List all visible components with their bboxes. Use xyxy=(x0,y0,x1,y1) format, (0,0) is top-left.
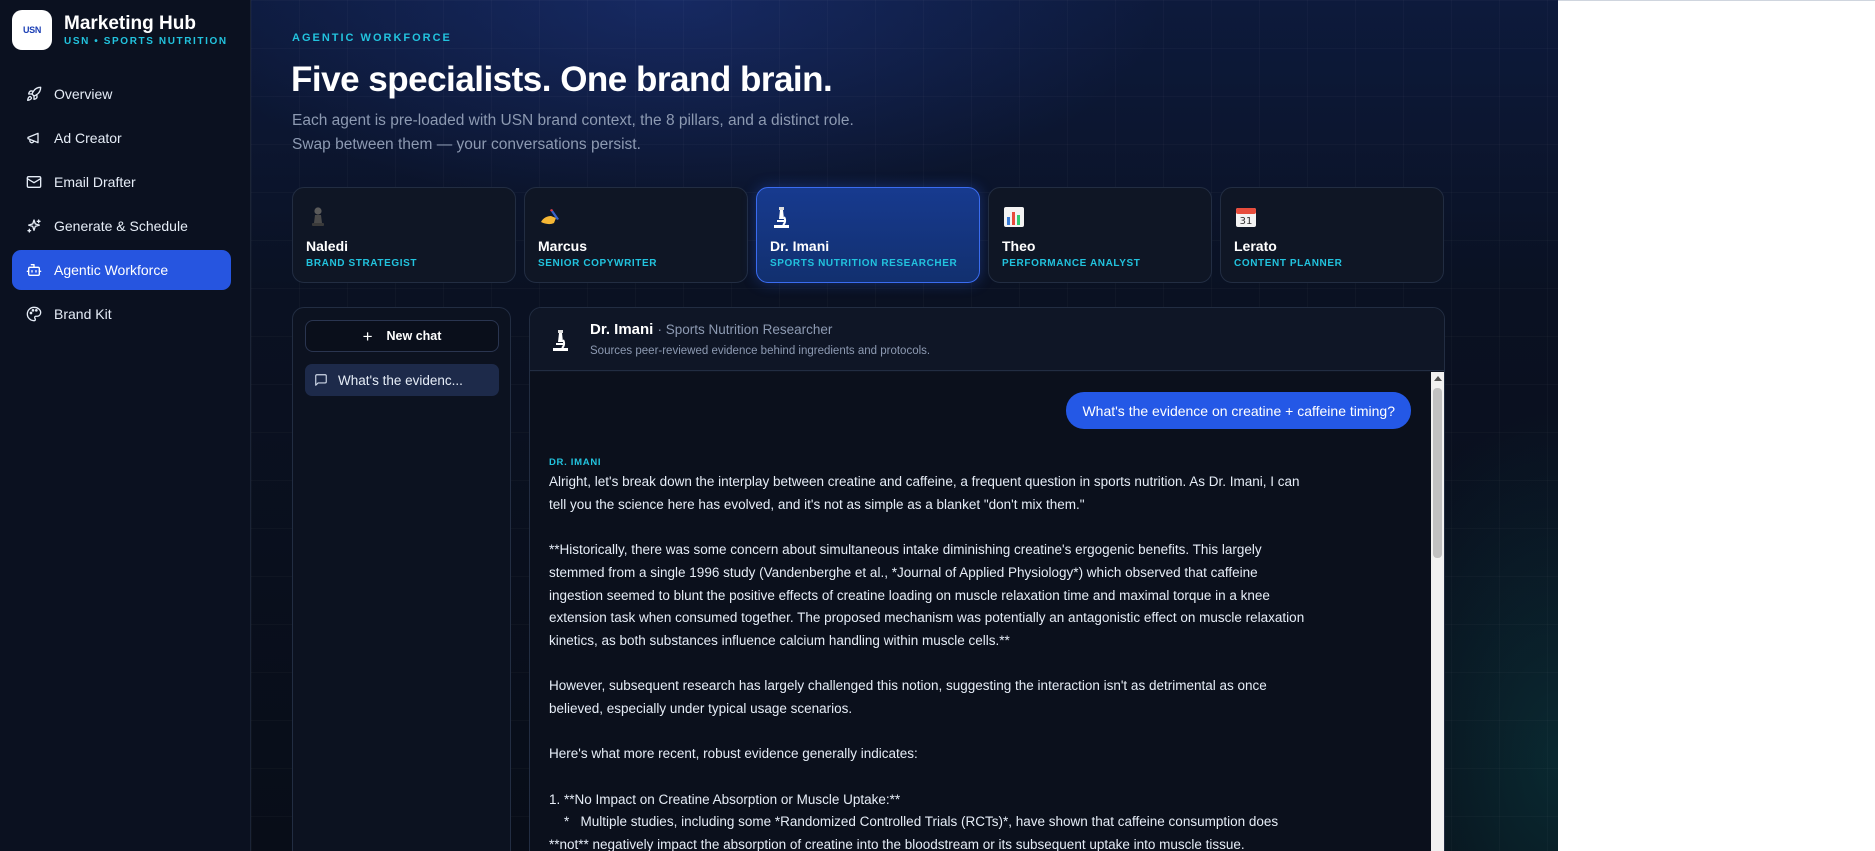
assistant-label: DR. IMANI xyxy=(549,457,602,468)
mail-icon xyxy=(26,174,42,190)
palette-icon xyxy=(26,306,42,322)
conversation-agent-role: · Sports Nutrition Researcher xyxy=(657,322,833,337)
sidebar-item-label: Email Drafter xyxy=(54,174,136,190)
logo-text: USN xyxy=(22,25,42,35)
conversation-panel: Dr. Imani · Sports Nutrition Researcher … xyxy=(529,307,1445,851)
sidebar-item-label: Agentic Workforce xyxy=(54,262,169,278)
message-square-icon xyxy=(314,373,328,387)
sparkles-icon xyxy=(26,218,42,234)
sidebar-item-ad-creator[interactable]: Ad Creator xyxy=(12,118,231,158)
page-eyebrow: AGENTIC WORKFORCE xyxy=(292,32,452,44)
agent-name: Lerato xyxy=(1234,238,1277,254)
chess-pawn-icon xyxy=(306,205,330,229)
conversation-agent-description: Sources peer-reviewed evidence behind in… xyxy=(590,345,931,357)
page-subtitle: Each agent is pre-loaded with USN brand … xyxy=(292,109,932,157)
subtitle-line-2: Swap between them — your conversations p… xyxy=(292,136,641,153)
agent-name: Theo xyxy=(1002,238,1036,254)
scroll-up-arrow-icon[interactable] xyxy=(1434,376,1442,381)
agent-role: SPORTS NUTRITION RESEARCHER xyxy=(770,258,958,269)
sidebar-item-label: Brand Kit xyxy=(54,306,112,322)
svg-text:31: 31 xyxy=(1240,216,1253,227)
agent-card-theo[interactable]: Theo PERFORMANCE ANALYST xyxy=(988,187,1212,283)
subtitle-line-1: Each agent is pre-loaded with USN brand … xyxy=(292,112,854,129)
microscope-icon xyxy=(770,205,794,229)
sidebar-nav: Overview Ad Creator Email Drafter Genera… xyxy=(12,74,231,338)
agent-card-marcus[interactable]: Marcus SENIOR COPYWRITER xyxy=(524,187,748,283)
sidebar-item-label: Ad Creator xyxy=(54,130,122,146)
agent-card-naledi[interactable]: Naledi BRAND STRATEGIST xyxy=(292,187,516,283)
sidebar-item-generate-schedule[interactable]: Generate & Schedule xyxy=(12,206,231,246)
sidebar-item-email-drafter[interactable]: Email Drafter xyxy=(12,162,231,202)
bar-chart-icon xyxy=(1002,205,1026,229)
megaphone-icon xyxy=(26,130,42,146)
agent-cards: Naledi BRAND STRATEGIST Marcus SENIOR CO… xyxy=(292,187,1452,283)
plus-icon: + xyxy=(362,326,373,346)
scrollbar-thumb[interactable] xyxy=(1433,388,1442,558)
blank-pane xyxy=(1558,0,1875,851)
sidebar-item-label: Overview xyxy=(54,86,113,102)
message-list-item: 1. **No Impact on Creatine Absorption or… xyxy=(549,791,901,807)
bot-icon xyxy=(26,262,42,278)
agent-role: BRAND STRATEGIST xyxy=(306,258,418,269)
sidebar-item-label: Generate & Schedule xyxy=(54,218,188,234)
message-paragraph: Here's what more recent, robust evidence… xyxy=(549,746,918,762)
agent-name: Dr. Imani xyxy=(770,238,830,254)
user-message: What's the evidence on creatine + caffei… xyxy=(1066,392,1411,429)
app-window: USN Marketing Hub USN • SPORTS NUTRITION… xyxy=(0,0,1558,851)
conversation-title: Dr. Imani · Sports Nutrition Researcher xyxy=(590,321,832,338)
agent-name: Naledi xyxy=(306,238,349,254)
chat-history-panel: + New chat What's the evidenc... xyxy=(292,307,511,851)
chat-history-item[interactable]: What's the evidenc... xyxy=(305,364,499,396)
app-title: Marketing Hub xyxy=(64,13,196,34)
agent-role: CONTENT PLANNER xyxy=(1234,258,1343,269)
page-title: Five specialists. One brand brain. xyxy=(291,60,833,99)
sidebar-item-brand-kit[interactable]: Brand Kit xyxy=(12,294,231,334)
calendar-icon: 31 xyxy=(1234,205,1258,229)
main-content: AGENTIC WORKFORCE Five specialists. One … xyxy=(251,0,1558,851)
app-subtitle: USN • SPORTS NUTRITION xyxy=(64,36,228,47)
agent-role: PERFORMANCE ANALYST xyxy=(1002,258,1141,269)
message-list[interactable]: What's the evidence on creatine + caffei… xyxy=(530,372,1444,851)
message-paragraph: **Historically, there was some concern a… xyxy=(549,542,1305,648)
conversation-header: Dr. Imani · Sports Nutrition Researcher … xyxy=(530,308,1444,371)
conversation-agent-name: Dr. Imani xyxy=(590,321,654,338)
message-list-subitem: * Multiple studies, including some *Rand… xyxy=(549,814,1282,851)
writing-hand-icon xyxy=(538,205,562,229)
sidebar-item-agentic-workforce[interactable]: Agentic Workforce xyxy=(12,250,231,290)
rocket-icon xyxy=(26,86,42,102)
message-scrollbar[interactable] xyxy=(1431,372,1444,851)
sidebar: USN Marketing Hub USN • SPORTS NUTRITION… xyxy=(0,0,251,851)
agent-role: SENIOR COPYWRITER xyxy=(538,258,658,269)
microscope-icon xyxy=(550,328,572,358)
assistant-message: Alright, let's break down the interplay … xyxy=(549,471,1309,851)
new-chat-label: New chat xyxy=(386,329,442,343)
message-paragraph: Alright, let's break down the interplay … xyxy=(549,474,1300,512)
agent-card-lerato[interactable]: 31 Lerato CONTENT PLANNER xyxy=(1220,187,1444,283)
agent-card-dr-imani[interactable]: Dr. Imani SPORTS NUTRITION RESEARCHER xyxy=(756,187,980,283)
chat-history-item-label: What's the evidenc... xyxy=(338,372,463,388)
new-chat-button[interactable]: + New chat xyxy=(305,320,499,352)
sidebar-item-overview[interactable]: Overview xyxy=(12,74,231,114)
message-paragraph: However, subsequent research has largely… xyxy=(549,678,1267,716)
agent-name: Marcus xyxy=(538,238,588,254)
usn-logo: USN xyxy=(12,10,52,50)
brand: USN Marketing Hub USN • SPORTS NUTRITION xyxy=(12,10,228,50)
